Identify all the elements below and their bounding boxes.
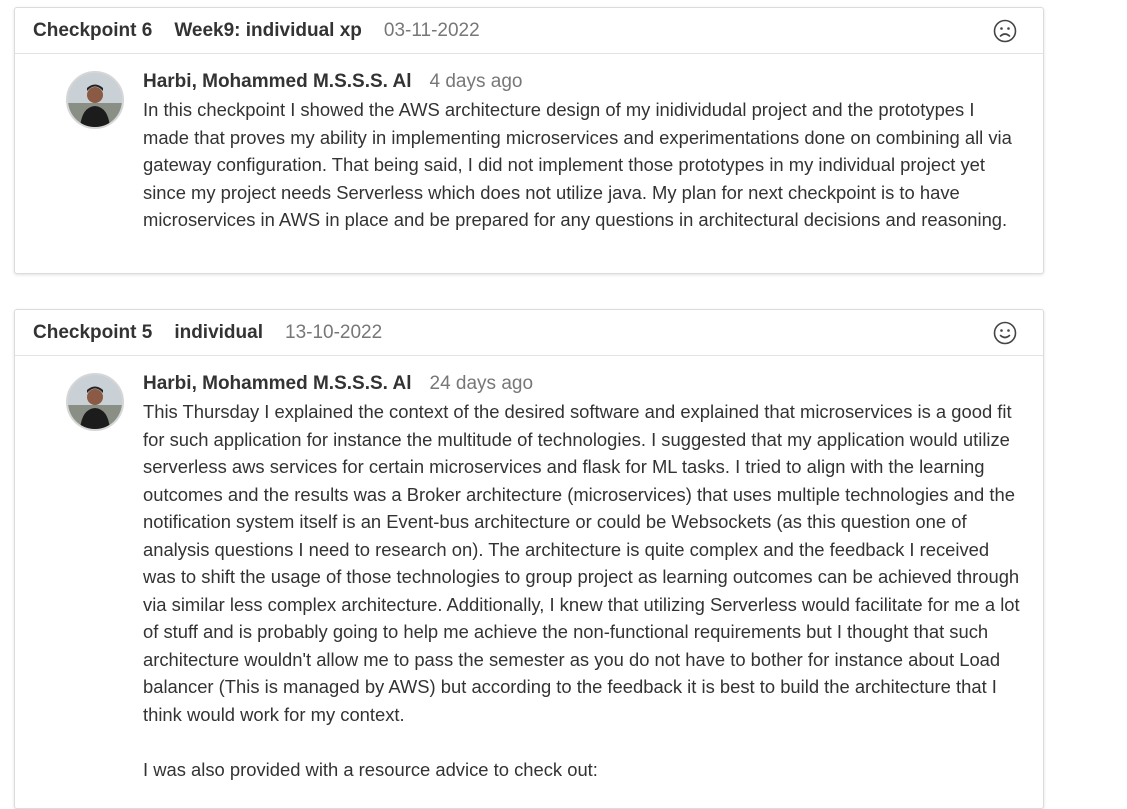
comment-time: 24 days ago (429, 373, 534, 394)
checkpoint-name: Week9: individual xp (174, 19, 362, 41)
comment-body: This Thursday I explained the context of… (143, 398, 1025, 783)
checkpoint-date: 13-10-2022 (285, 321, 383, 343)
comment: Harbi, Mohammed M.S.S.S. Al 24 days ago T… (15, 356, 1043, 783)
checkpoint-title: Checkpoint 5 (33, 321, 153, 343)
checkpoint-date: 03-11-2022 (383, 19, 480, 41)
comment: Harbi, Mohammed M.S.S.S. Al 4 days ago In… (15, 54, 1043, 234)
checkpoint-title: Checkpoint 6 (33, 19, 153, 41)
checkpoint-card: Checkpoint 6 Week9: individual xp 03-11-… (14, 7, 1044, 274)
comment-paragraph: This Thursday I explained the context of… (143, 401, 1020, 725)
checkpoint-card: Checkpoint 5 individual 13-10-2022 Harbi… (14, 309, 1044, 809)
comment-body: In this checkpoint I showed the AWS arch… (143, 96, 1025, 234)
comment-paragraph: In this checkpoint I showed the AWS arch… (143, 99, 1012, 230)
avatar (66, 71, 124, 129)
comment-author: Harbi, Mohammed M.S.S.S. Al (143, 71, 412, 92)
checkpoint-name: individual (174, 321, 263, 343)
happy-face-icon (993, 321, 1017, 345)
comment-time: 4 days ago (429, 71, 523, 92)
checkpoint-header[interactable]: Checkpoint 6 Week9: individual xp 03-11-… (15, 8, 1043, 54)
avatar (66, 373, 124, 431)
comment-author: Harbi, Mohammed M.S.S.S. Al (143, 373, 412, 394)
sad-face-icon (993, 19, 1017, 43)
checkpoint-header[interactable]: Checkpoint 5 individual 13-10-2022 (15, 310, 1043, 356)
comment-paragraph: I was also provided with a resource advi… (143, 758, 598, 780)
